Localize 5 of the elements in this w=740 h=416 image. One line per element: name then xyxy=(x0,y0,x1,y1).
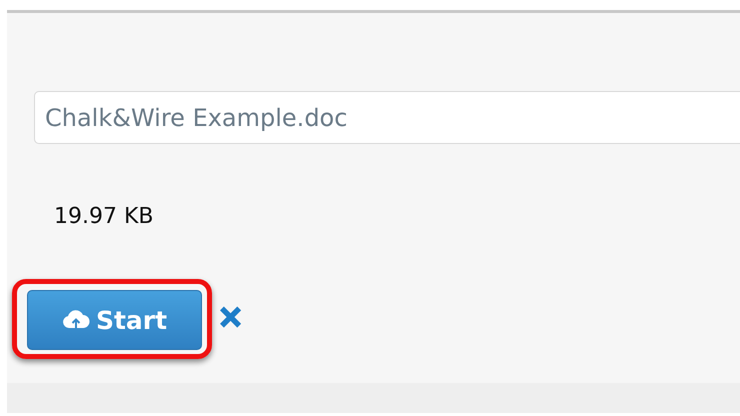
start-button[interactable]: Start xyxy=(27,290,202,350)
file-size: 19.97 KB xyxy=(54,204,154,229)
file-name-field[interactable]: Chalk&Wire Example.doc xyxy=(34,91,740,144)
close-icon[interactable]: ✕ xyxy=(218,304,244,334)
cloud-upload-icon xyxy=(62,309,90,331)
